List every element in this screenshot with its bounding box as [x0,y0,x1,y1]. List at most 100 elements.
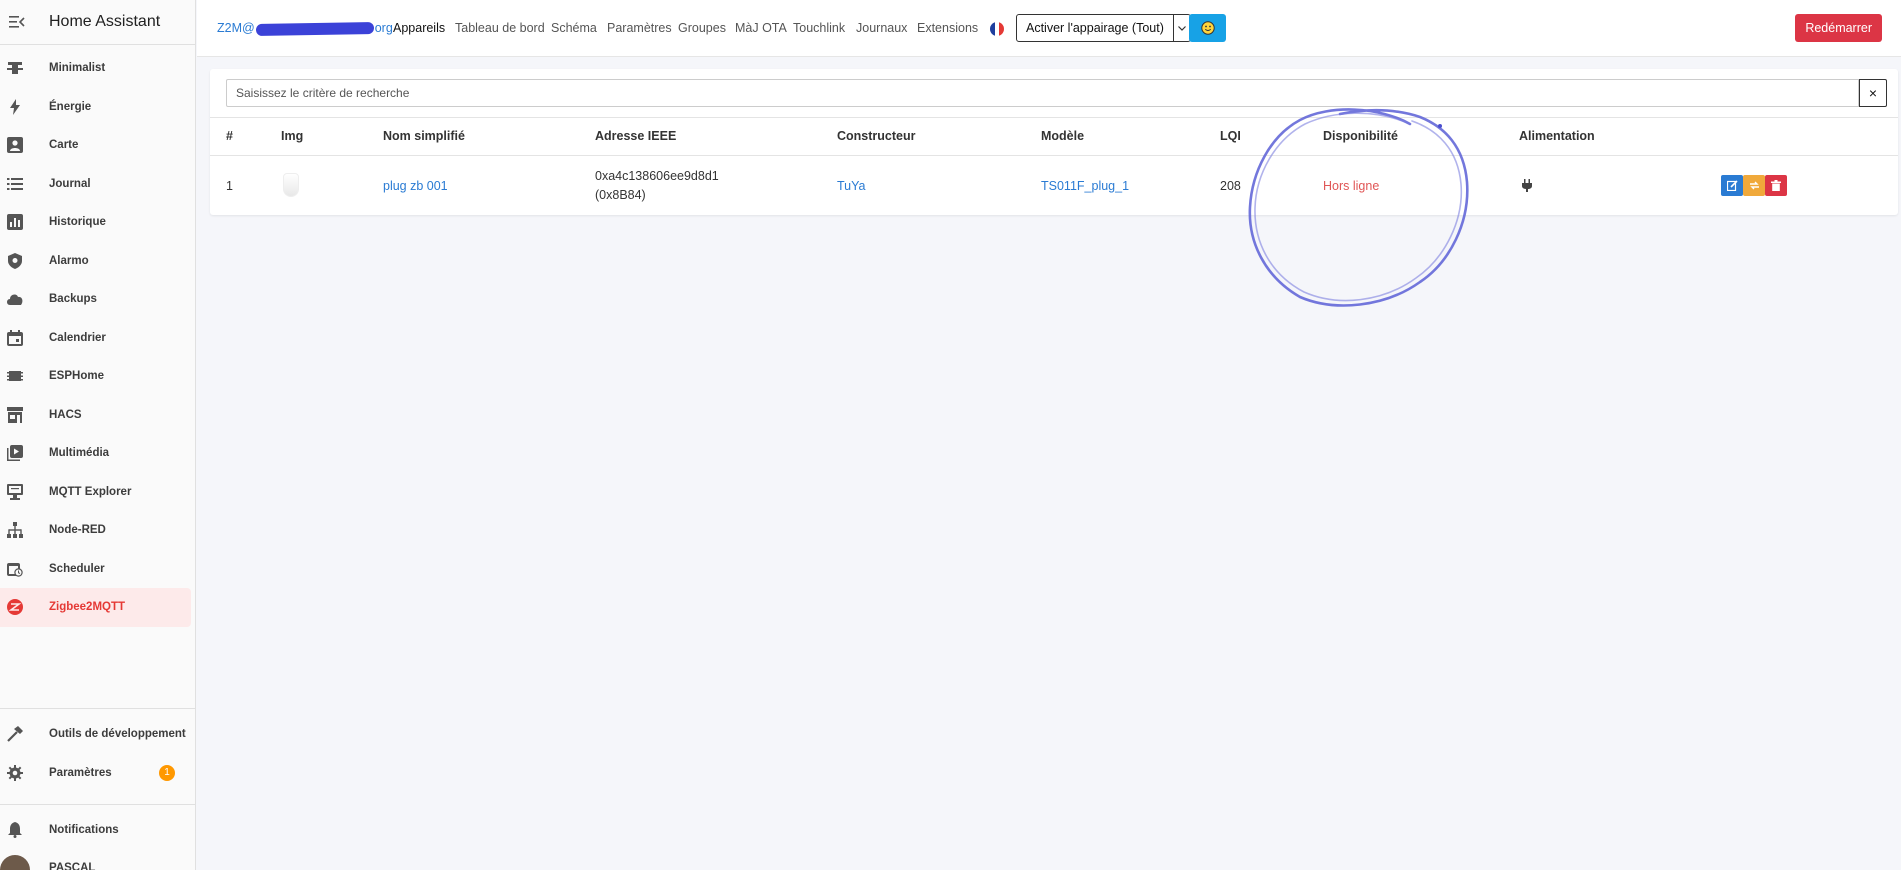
devices-card: × # Img Nom simplifié Adresse IEEE Const… [210,69,1898,215]
network-address: (0x8B84) [595,188,646,202]
restart-button[interactable]: Redémarrer [1795,14,1882,42]
permit-join-button[interactable]: Activer l'appairage (Tout) [1016,14,1191,42]
sidebar-item-historique[interactable]: Historique [0,203,195,242]
sidebar-item-parametres[interactable]: Paramètres 1 [0,754,195,793]
app-title: Home Assistant [49,13,161,30]
sidebar-header: Home Assistant [0,0,195,45]
sidebar-item-label: Notifications [49,824,119,837]
menu-toggle-button[interactable] [3,8,31,36]
sidebar-item-alarmo[interactable]: Alarmo [0,242,195,281]
vendor-link[interactable]: TuYa [837,179,866,193]
sidebar-item-zigbee2mqtt[interactable]: Zigbee2MQTT [0,588,191,627]
sidebar-item-label: ESPHome [49,370,104,383]
language-flag-icon[interactable] [990,22,1004,36]
calendar-icon [0,329,30,346]
sidebar-item-mqtt-explorer[interactable]: MQTT Explorer [0,473,195,512]
sidebar-divider [0,804,195,805]
chevron-down-icon [1177,25,1186,31]
account-box-icon [0,137,30,154]
notification-badge: 1 [159,764,175,781]
sidebar-panel-list: Minimalist Énergie Carte Journal Histori… [0,49,195,627]
nav-schema[interactable]: Schéma [551,21,597,35]
sidebar-item-backups[interactable]: Backups [0,280,195,319]
redacted-hostname [255,21,374,36]
sidebar-item-user[interactable]: PASCAL [0,855,195,870]
lightning-icon [0,98,30,115]
sidebar-item-carte[interactable]: Carte [0,126,195,165]
sidebar-item-journal[interactable]: Journal [0,165,195,204]
permit-join-dropdown[interactable] [1174,15,1190,41]
brand-prefix: Z2M@ [217,21,255,35]
nav-parametres[interactable]: Paramètres [607,21,672,35]
sidebar-item-label: Paramètres [49,766,112,779]
monitor-icon [0,483,30,500]
shield-icon [0,252,30,269]
column-header-name[interactable]: Nom simplifié [383,129,465,143]
menu-open-icon [9,16,25,28]
sidebar-item-calendrier[interactable]: Calendrier [0,319,195,358]
ieee-address: 0xa4c138606ee9d8d1 [595,169,719,183]
bell-icon [0,822,30,839]
z2m-instance-link[interactable]: Z2M@ org [217,21,393,36]
row-index: 1 [226,179,233,193]
theme-toggle-button[interactable] [1189,14,1226,42]
clear-search-button[interactable]: × [1859,79,1887,107]
sidebar-item-label: Énergie [49,100,92,113]
search-input[interactable] [226,79,1859,107]
sidebar-item-energie[interactable]: Énergie [0,88,195,127]
user-name: PASCAL [49,862,96,870]
nav-extensions[interactable]: Extensions [917,21,978,35]
top-navigation: Z2M@ org Appareils Tableau de bord Schéma… [197,0,1901,57]
reconfigure-device-button[interactable] [1743,175,1765,196]
sidebar-item-label: Calendrier [49,331,106,344]
sidebar-item-minimalist[interactable]: Minimalist [0,49,195,88]
permit-join-label: Activer l'appairage (Tout) [1017,15,1174,41]
nav-maj-ota[interactable]: MàJ OTA [735,21,787,35]
device-image [283,173,299,197]
sidebar-item-hacs[interactable]: HACS [0,396,195,435]
sidebar-divider [0,708,195,709]
sidebar-item-scheduler[interactable]: Scheduler [0,550,195,589]
table-header-bottom-border [210,155,1898,156]
column-header-index[interactable]: # [226,129,233,143]
sidebar-item-label: HACS [49,408,82,421]
device-name-link[interactable]: plug zb 001 [383,179,448,193]
zigbee-icon [0,599,30,616]
brand-suffix: org [374,21,393,35]
table-header-top-border [210,117,1898,118]
column-header-availability[interactable]: Disponibilité [1323,129,1398,143]
sitemap-icon [0,522,30,539]
nav-journaux[interactable]: Journaux [856,21,907,35]
sidebar-item-esphome[interactable]: ESPHome [0,357,195,396]
smiley-icon [1200,21,1215,35]
sidebar-item-label: Multimédia [49,447,110,460]
nav-appareils[interactable]: Appareils [393,21,445,35]
sidebar-item-label: Alarmo [49,254,89,267]
edit-icon [1726,180,1738,191]
hammer-icon [0,726,30,743]
sidebar-item-node-red[interactable]: Node-RED [0,511,195,550]
search-bar: × [226,79,1887,107]
calendar-clock-icon [0,561,30,577]
nav-tableau-de-bord[interactable]: Tableau de bord [455,21,545,35]
column-header-ieee[interactable]: Adresse IEEE [595,129,676,143]
nav-touchlink[interactable]: Touchlink [793,21,845,35]
sidebar-item-multimedia[interactable]: Multimédia [0,434,195,473]
rename-device-button[interactable] [1721,175,1743,196]
sidebar-item-label: Scheduler [49,562,105,575]
availability-status: Hors ligne [1323,179,1380,193]
column-header-vendor[interactable]: Constructeur [837,129,915,143]
column-header-lqi[interactable]: LQI [1220,129,1241,143]
play-box-icon [0,445,30,462]
column-header-img[interactable]: Img [281,129,303,143]
sidebar-item-developer-tools[interactable]: Outils de développement [0,715,195,754]
sidebar-item-notifications[interactable]: Notifications [0,811,195,850]
lqi-value: 208 [1220,179,1241,193]
nav-groupes[interactable]: Groupes [678,21,726,35]
model-link[interactable]: TS011F_plug_1 [1041,179,1129,193]
sidebar-item-label: Historique [49,216,106,229]
remove-device-button[interactable] [1765,175,1787,196]
column-header-model[interactable]: Modèle [1041,129,1084,143]
sidebar-item-label: Backups [49,293,97,306]
column-header-power[interactable]: Alimentation [1519,129,1595,143]
